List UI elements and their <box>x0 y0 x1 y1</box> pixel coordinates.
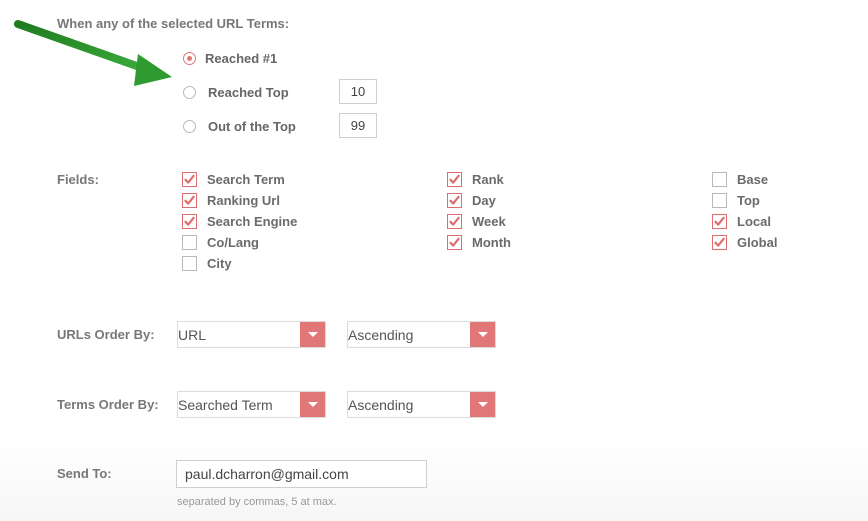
checkbox-co-lang[interactable] <box>182 235 197 250</box>
radio-reached-1-label: Reached #1 <box>205 51 278 66</box>
terms-order-label: Terms Order By: <box>57 397 159 412</box>
checkbox-week-label: Week <box>472 214 506 229</box>
checkbox-ranking-url-label: Ranking Url <box>207 193 280 208</box>
radio-reached-top[interactable] <box>183 86 196 99</box>
checkbox-month[interactable] <box>447 235 462 250</box>
radio-out-of-top[interactable] <box>183 120 196 133</box>
checkbox-search-term-label: Search Term <box>207 172 285 187</box>
checkbox-base[interactable] <box>712 172 727 187</box>
checkbox-rank-label: Rank <box>472 172 504 187</box>
chevron-down-icon[interactable] <box>300 322 325 347</box>
checkbox-search-engine-label: Search Engine <box>207 214 298 229</box>
checkbox-top[interactable] <box>712 193 727 208</box>
radio-reached-top-label: Reached Top <box>208 85 289 100</box>
checkbox-ranking-url[interactable] <box>182 193 197 208</box>
send-to-hint: separated by commas, 5 at max. <box>177 496 337 508</box>
terms-order-field-value: Searched Term <box>178 397 273 413</box>
annotation-arrow-icon <box>14 20 172 86</box>
urls-order-direction-select[interactable]: Ascending <box>347 321 496 348</box>
radio-reached-1[interactable] <box>183 52 196 65</box>
checkbox-search-engine[interactable] <box>182 214 197 229</box>
chevron-down-icon[interactable] <box>470 392 495 417</box>
radio-out-of-top-label: Out of the Top <box>208 119 296 134</box>
fields-label: Fields: <box>57 172 99 187</box>
out-of-top-value-input[interactable]: 99 <box>339 113 377 138</box>
checkbox-top-label: Top <box>737 193 760 208</box>
checkbox-week[interactable] <box>447 214 462 229</box>
checkbox-co-lang-label: Co/Lang <box>207 235 259 250</box>
checkbox-local[interactable] <box>712 214 727 229</box>
reached-top-value-input[interactable]: 10 <box>339 79 377 104</box>
checkbox-day[interactable] <box>447 193 462 208</box>
terms-order-field-select[interactable]: Searched Term <box>177 391 326 418</box>
terms-order-direction-value: Ascending <box>348 397 414 413</box>
checkbox-city-label: City <box>207 256 232 271</box>
checkbox-global-label: Global <box>737 235 778 250</box>
chevron-down-icon[interactable] <box>470 322 495 347</box>
urls-order-direction-value: Ascending <box>348 327 414 343</box>
checkbox-base-label: Base <box>737 172 769 187</box>
checkbox-rank[interactable] <box>447 172 462 187</box>
urls-order-field-value: URL <box>178 327 207 343</box>
send-to-label: Send To: <box>57 466 112 481</box>
checkbox-city[interactable] <box>182 256 197 271</box>
urls-order-field-select[interactable]: URL <box>177 321 326 348</box>
urls-order-label: URLs Order By: <box>57 327 155 342</box>
checkbox-day-label: Day <box>472 193 496 208</box>
send-to-email-input[interactable]: paul.dcharron@gmail.com <box>176 460 427 488</box>
checkbox-global[interactable] <box>712 235 727 250</box>
chevron-down-icon[interactable] <box>300 392 325 417</box>
checkbox-local-label: Local <box>737 214 771 229</box>
checkbox-month-label: Month <box>472 235 511 250</box>
checkbox-search-term[interactable] <box>182 172 197 187</box>
terms-order-direction-select[interactable]: Ascending <box>347 391 496 418</box>
